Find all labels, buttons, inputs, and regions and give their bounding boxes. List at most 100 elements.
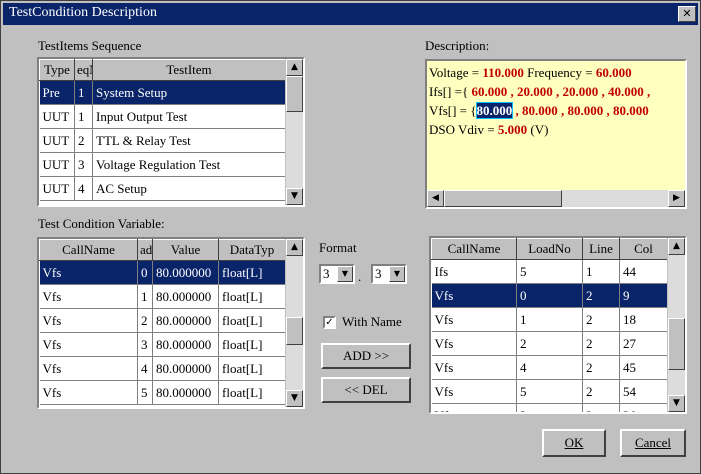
result-cell[interactable]: 1 bbox=[516, 307, 583, 332]
scroll-right-icon[interactable]: ▶ bbox=[668, 190, 685, 207]
variables-cell[interactable]: 4 bbox=[137, 356, 153, 381]
title-bar[interactable]: TestCondition Description ✕ bbox=[3, 3, 698, 25]
with-name-checkbox[interactable]: ✓ bbox=[323, 316, 336, 329]
scroll-down-icon[interactable]: ▼ bbox=[286, 390, 303, 407]
cancel-button[interactable]: Cancel bbox=[620, 429, 686, 457]
scroll-thumb[interactable] bbox=[286, 317, 303, 345]
variables-cell[interactable]: 2 bbox=[137, 308, 153, 333]
format-width-combo[interactable]: 3 ▼ bbox=[319, 264, 355, 284]
result-cell[interactable]: Vfs bbox=[431, 331, 517, 356]
sequence-cell[interactable]: TTL & Relay Test bbox=[92, 128, 286, 153]
variables-cell[interactable]: Vfs bbox=[39, 356, 138, 381]
result-cell[interactable]: 0 bbox=[516, 283, 583, 308]
variables-cell[interactable]: Vfs bbox=[39, 260, 138, 285]
result-cell[interactable]: 2 bbox=[582, 355, 620, 380]
variables-cell[interactable]: 80.000000 bbox=[152, 380, 219, 405]
scroll-thumb[interactable] bbox=[668, 318, 685, 370]
variables-cell[interactable]: float[L] bbox=[218, 380, 286, 405]
variables-cell[interactable]: 0 bbox=[137, 260, 153, 285]
sequence-cell[interactable]: Pre bbox=[39, 80, 75, 105]
sequence-row[interactable]: UUT 2 TTL & Relay Test bbox=[39, 128, 286, 153]
scroll-down-icon[interactable]: ▼ bbox=[286, 188, 303, 205]
dropdown-arrow-icon[interactable]: ▼ bbox=[337, 266, 353, 282]
sequence-cell[interactable]: 3 bbox=[74, 152, 93, 177]
close-icon[interactable]: ✕ bbox=[678, 6, 696, 22]
result-grid[interactable]: CallName LoadNo Line Col Ifs 5 1 44 Vfs 0 2 9 Vf… bbox=[429, 236, 687, 414]
scroll-up-icon[interactable]: ▲ bbox=[668, 238, 685, 255]
result-cell[interactable]: Vfs bbox=[431, 355, 517, 380]
result-cell[interactable]: 2 bbox=[582, 283, 620, 308]
scroll-down-icon[interactable]: ▼ bbox=[668, 395, 685, 412]
variables-cell[interactable]: float[L] bbox=[218, 284, 286, 309]
result-cell[interactable]: 45 bbox=[619, 355, 668, 380]
result-row[interactable]: Vfs 5 2 54 bbox=[431, 379, 668, 404]
result-row[interactable]: Ifs 5 1 44 bbox=[431, 259, 668, 284]
sequence-cell[interactable]: AC Setup bbox=[92, 176, 286, 201]
scroll-up-icon[interactable]: ▲ bbox=[286, 59, 303, 76]
variables-cell[interactable]: 5 bbox=[137, 380, 153, 405]
var-col-callname[interactable]: CallName bbox=[39, 239, 138, 261]
res-col-callname[interactable]: CallName bbox=[431, 238, 517, 260]
result-cell[interactable]: 5 bbox=[516, 259, 583, 284]
variables-cell[interactable]: float[L] bbox=[218, 332, 286, 357]
variables-cell[interactable]: Vfs bbox=[39, 380, 138, 405]
result-row[interactable]: Vfs 0 2 9 bbox=[431, 283, 668, 308]
sequence-row[interactable]: UUT 4 AC Setup bbox=[39, 176, 286, 201]
result-cell[interactable]: 2 bbox=[582, 403, 620, 412]
variables-cell[interactable]: Vfs bbox=[39, 308, 138, 333]
with-name-label[interactable]: With Name bbox=[342, 314, 402, 330]
result-cell[interactable]: Vfs bbox=[431, 283, 517, 308]
sequence-cell[interactable]: UUT bbox=[39, 128, 75, 153]
res-col-line[interactable]: Line bbox=[582, 238, 620, 260]
sequence-cell[interactable]: UUT bbox=[39, 104, 75, 129]
result-row[interactable]: Vfs 1 2 18 bbox=[431, 307, 668, 332]
sequence-cell[interactable]: Input Output Test bbox=[92, 104, 286, 129]
variables-row[interactable]: Vfs 1 80.000000 float[L] bbox=[39, 284, 286, 309]
variables-row[interactable]: Vfs 5 80.000000 float[L] bbox=[39, 380, 286, 405]
sequence-row[interactable]: Pre 1 System Setup bbox=[39, 80, 286, 105]
sequence-cell[interactable]: 1 bbox=[74, 80, 93, 105]
variables-grid[interactable]: CallName ad Value DataTyp Vfs 0 80.000000 f… bbox=[37, 237, 305, 409]
description-hscrollbar[interactable]: ◀ ▶ bbox=[427, 190, 685, 207]
result-cell[interactable]: Ifs bbox=[431, 259, 517, 284]
del-button[interactable]: << DEL bbox=[321, 377, 411, 403]
result-cell[interactable]: 9 bbox=[619, 283, 668, 308]
result-row[interactable]: Vfs3236 bbox=[431, 403, 668, 412]
variables-cell[interactable]: 80.000000 bbox=[152, 332, 219, 357]
variables-cell[interactable]: 80.000000 bbox=[152, 284, 219, 309]
variables-cell[interactable]: Vfs bbox=[39, 332, 138, 357]
variables-row[interactable]: Vfs 4 80.000000 float[L] bbox=[39, 356, 286, 381]
description-box[interactable]: Voltage = 110.000 Frequency = 60.000 Ifs… bbox=[425, 59, 687, 209]
result-cell[interactable]: Vfs bbox=[431, 379, 517, 404]
scroll-left-icon[interactable]: ◀ bbox=[427, 190, 444, 207]
variables-cell[interactable]: float[L] bbox=[218, 308, 286, 333]
result-cell[interactable]: 54 bbox=[619, 379, 668, 404]
result-cell[interactable]: 3 bbox=[516, 403, 583, 412]
sequence-cell[interactable]: 1 bbox=[74, 104, 93, 129]
sequence-cell[interactable]: UUT bbox=[39, 152, 75, 177]
result-row[interactable]: Vfs 2 2 27 bbox=[431, 331, 668, 356]
variables-cell[interactable]: float[L] bbox=[218, 356, 286, 381]
var-col-loadno[interactable]: ad bbox=[137, 239, 153, 261]
result-cell[interactable]: 1 bbox=[582, 259, 620, 284]
variables-cell[interactable]: 80.000000 bbox=[152, 260, 219, 285]
res-col-loadno[interactable]: LoadNo bbox=[516, 238, 583, 260]
variables-cell[interactable]: float[L] bbox=[218, 260, 286, 285]
variables-cell[interactable]: 3 bbox=[137, 332, 153, 357]
result-cell[interactable]: Vfs bbox=[431, 403, 517, 412]
variables-row[interactable]: Vfs 3 80.000000 float[L] bbox=[39, 332, 286, 357]
ok-button[interactable]: OK bbox=[542, 429, 606, 457]
var-col-datatype[interactable]: DataTyp bbox=[218, 239, 286, 261]
scroll-thumb[interactable] bbox=[286, 76, 303, 112]
result-cell[interactable]: 36 bbox=[619, 403, 668, 412]
sequence-cell[interactable]: UUT bbox=[39, 176, 75, 201]
sequence-cell[interactable]: System Setup bbox=[92, 80, 286, 105]
format-precision-combo[interactable]: 3 ▼ bbox=[371, 264, 407, 284]
result-cell[interactable]: 27 bbox=[619, 331, 668, 356]
hscroll-thumb[interactable] bbox=[444, 190, 562, 207]
seq-col-testitem[interactable]: TestItem bbox=[92, 59, 286, 81]
result-cell[interactable]: 2 bbox=[582, 331, 620, 356]
result-scrollbar[interactable]: ▲ ▼ bbox=[667, 238, 685, 412]
scroll-up-icon[interactable]: ▲ bbox=[286, 239, 303, 256]
seq-col-type[interactable]: Type bbox=[39, 59, 75, 81]
